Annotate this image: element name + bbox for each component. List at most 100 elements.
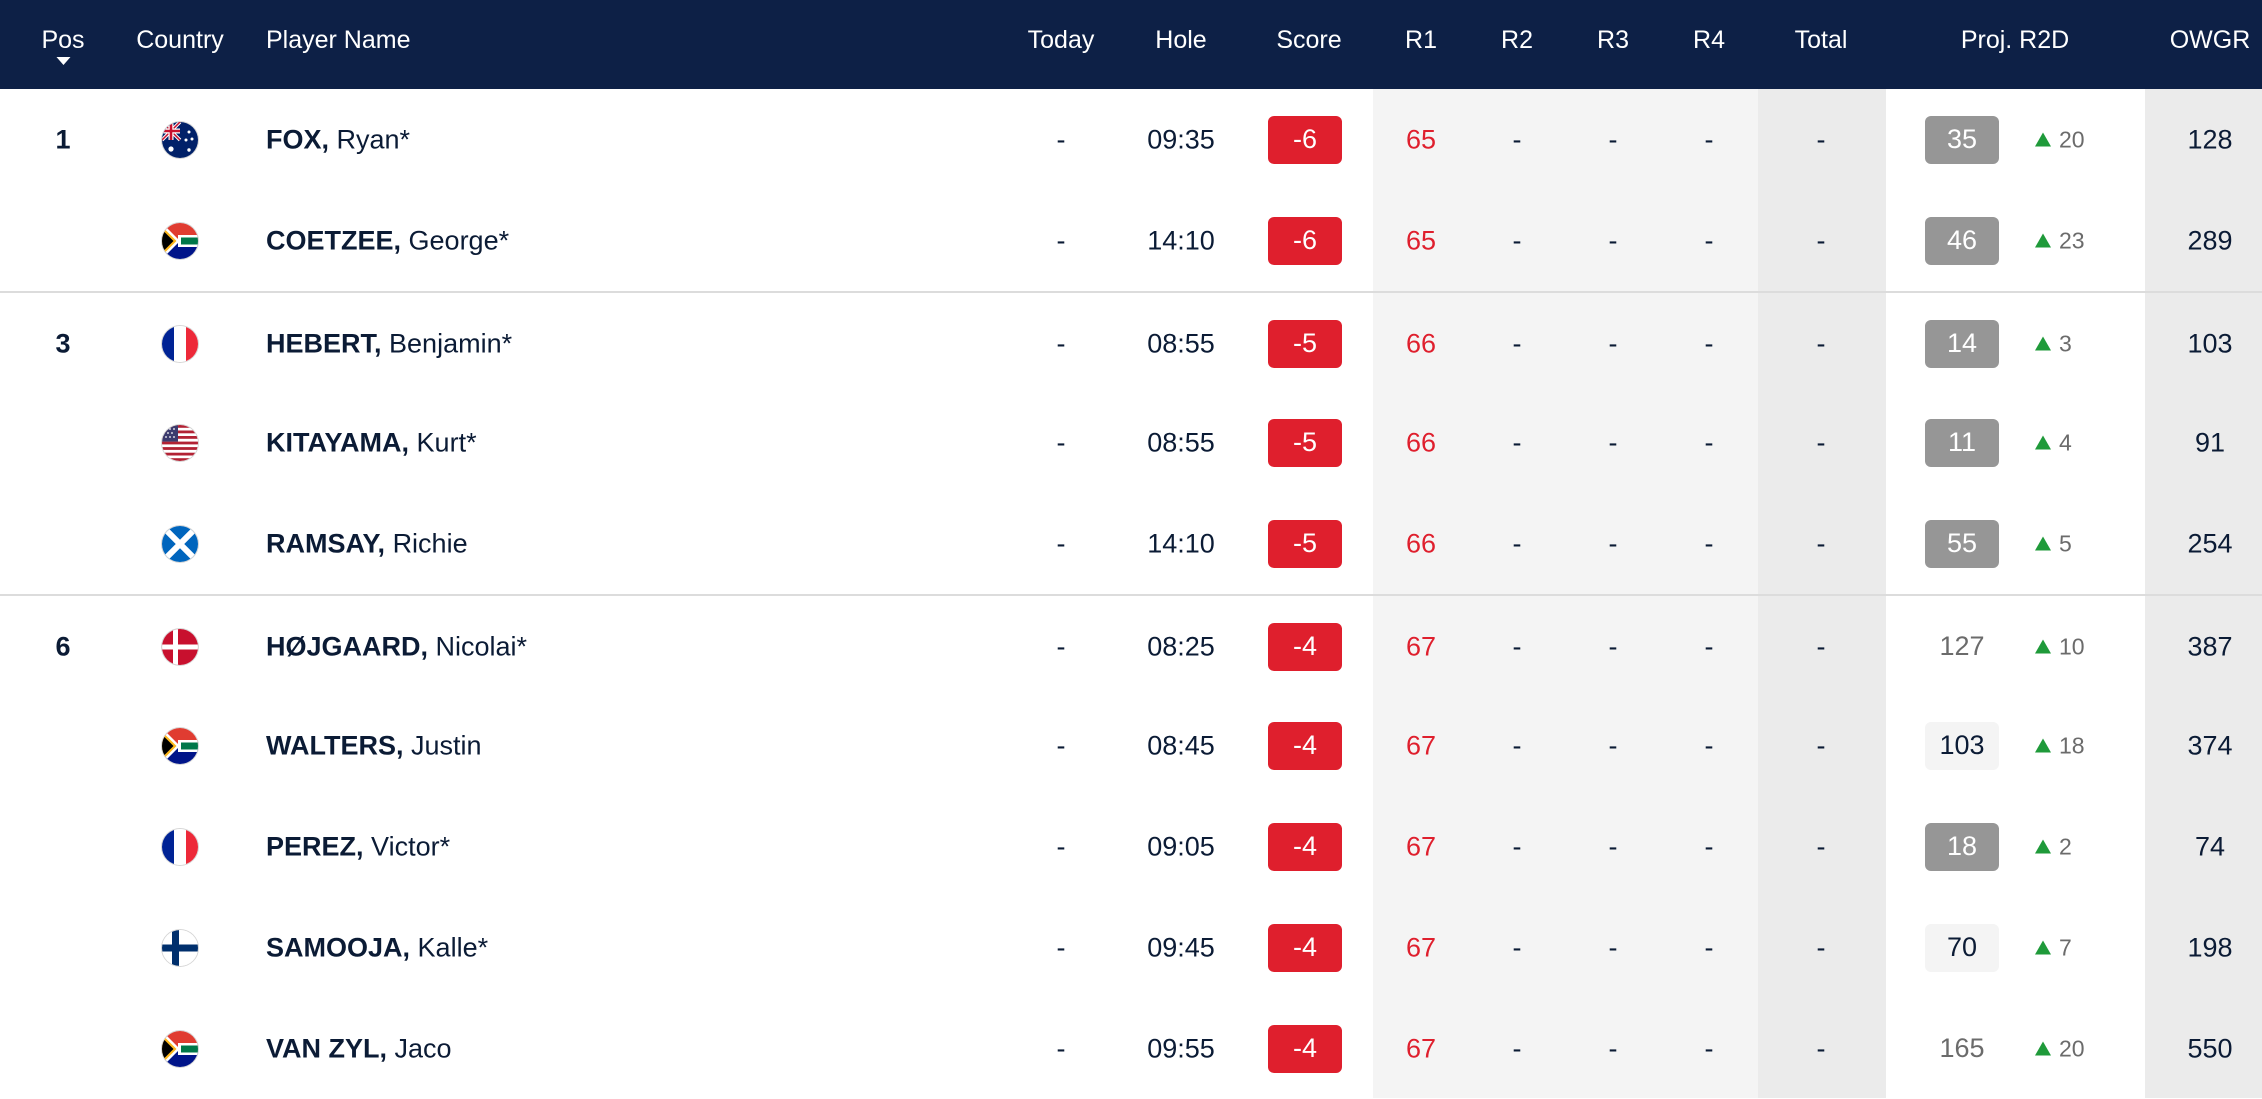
pos-header[interactable]: Pos: [41, 26, 85, 65]
r2-value: -: [1512, 831, 1522, 861]
table-row[interactable]: PEREZ, Victor* - 09:05 -4 67 - - - - 18 …: [0, 796, 2262, 897]
total-value: -: [1816, 124, 1826, 154]
leaderboard-header: Pos Country Player Name Today Hole Score…: [0, 0, 2262, 89]
table-row[interactable]: 1 FOX, Ryan* - 09:35 -6 65 - - - - 35 20…: [0, 89, 2262, 190]
position-movement: 20: [2035, 126, 2085, 153]
player-header: Player Name: [266, 26, 411, 54]
r3-value: -: [1608, 427, 1618, 457]
today-value: -: [1056, 1033, 1066, 1063]
r1-value: 66: [1405, 528, 1437, 558]
player-name[interactable]: HØJGAARD, Nicolai*: [266, 631, 527, 662]
r4-value: -: [1704, 225, 1714, 255]
player-first-name: Justin: [411, 730, 482, 760]
owgr-value: 550: [2187, 1033, 2233, 1063]
hole-value: 08:25: [1147, 631, 1215, 661]
table-row[interactable]: VAN ZYL, Jaco - 09:55 -4 67 - - - - 165 …: [0, 998, 2262, 1099]
movement-value: 10: [2059, 633, 2085, 659]
movement-value: 7: [2059, 934, 2072, 960]
r4-header: R4: [1693, 26, 1725, 54]
score-badge: -4: [1268, 721, 1342, 770]
player-last-name: FOX,: [266, 124, 330, 154]
r1-value: 67: [1405, 831, 1437, 861]
proj-rank: 18: [1925, 822, 1999, 871]
player-name[interactable]: SAMOOJA, Kalle*: [266, 932, 488, 963]
player-first-name: Richie: [392, 528, 468, 558]
up-arrow-icon: [2035, 839, 2051, 853]
r1-value: 67: [1405, 1033, 1437, 1063]
hole-value: 09:35: [1147, 124, 1215, 154]
finland-flag-icon: [162, 929, 198, 966]
movement-value: 2: [2059, 833, 2072, 859]
player-name[interactable]: RAMSAY, Richie: [266, 528, 468, 559]
hole-value: 08:55: [1147, 328, 1215, 358]
r2-value: -: [1512, 427, 1522, 457]
score-badge: -4: [1268, 923, 1342, 972]
usa-flag-icon: [162, 424, 198, 461]
player-name[interactable]: COETZEE, George*: [266, 225, 509, 256]
position-movement: 23: [2035, 227, 2085, 254]
r3-value: -: [1608, 328, 1618, 358]
player-name[interactable]: HEBERT, Benjamin*: [266, 328, 512, 359]
total-value: -: [1816, 730, 1826, 760]
table-row[interactable]: SAMOOJA, Kalle* - 09:45 -4 67 - - - - 70…: [0, 897, 2262, 998]
r2-header: R2: [1501, 26, 1533, 54]
owgr-value: 128: [2187, 124, 2233, 154]
r2-value: -: [1512, 528, 1522, 558]
today-value: -: [1056, 831, 1066, 861]
pos-header-label: Pos: [41, 26, 85, 54]
score-header: Score: [1276, 26, 1342, 54]
south-africa-flag-icon: [162, 222, 198, 259]
table-row[interactable]: 6 HØJGAARD, Nicolai* - 08:25 -4 67 - - -…: [0, 594, 2262, 697]
proj-rank: 14: [1925, 319, 1999, 368]
r3-value: -: [1608, 730, 1618, 760]
position: 1: [55, 124, 71, 154]
table-row[interactable]: RAMSAY, Richie - 14:10 -5 66 - - - - 55 …: [0, 493, 2262, 594]
r1-value: 67: [1405, 730, 1437, 760]
player-first-name: Ryan*: [336, 124, 411, 154]
up-arrow-icon: [2035, 435, 2051, 449]
proj-rank: 165: [1939, 1033, 1985, 1063]
player-name[interactable]: FOX, Ryan*: [266, 124, 410, 155]
player-last-name: HØJGAARD,: [266, 631, 429, 661]
player-first-name: Jaco: [394, 1033, 452, 1063]
position-movement: 7: [2035, 934, 2072, 961]
score-badge: -5: [1268, 418, 1342, 467]
proj-rank: 46: [1925, 216, 1999, 265]
score-badge: -5: [1268, 519, 1342, 568]
table-row[interactable]: 3 HEBERT, Benjamin* - 08:55 -5 66 - - - …: [0, 291, 2262, 394]
owgr-value: 289: [2187, 225, 2233, 255]
proj-rank: 55: [1925, 519, 1999, 568]
owgr-value: 198: [2187, 932, 2233, 962]
france-flag-icon: [162, 828, 198, 865]
player-name[interactable]: WALTERS, Justin: [266, 730, 482, 761]
table-row[interactable]: WALTERS, Justin - 08:45 -4 67 - - - - 10…: [0, 695, 2262, 796]
table-row[interactable]: KITAYAMA, Kurt* - 08:55 -5 66 - - - - 11…: [0, 392, 2262, 493]
proj-rank: 11: [1925, 418, 1999, 467]
scotland-flag-icon: [162, 525, 198, 562]
up-arrow-icon: [2035, 639, 2051, 653]
up-arrow-icon: [2035, 536, 2051, 550]
player-name[interactable]: KITAYAMA, Kurt*: [266, 427, 477, 458]
r3-value: -: [1608, 225, 1618, 255]
today-value: -: [1056, 631, 1066, 661]
r3-value: -: [1608, 1033, 1618, 1063]
proj-header: Proj. R2D: [1960, 26, 2070, 54]
player-last-name: WALTERS,: [266, 730, 404, 760]
denmark-flag-icon: [162, 628, 198, 665]
r2-value: -: [1512, 1033, 1522, 1063]
player-last-name: KITAYAMA,: [266, 427, 410, 457]
r4-value: -: [1704, 124, 1714, 154]
player-name[interactable]: PEREZ, Victor*: [266, 831, 450, 862]
owgr-value: 74: [2194, 831, 2226, 861]
country-header: Country: [136, 26, 224, 54]
table-row[interactable]: COETZEE, George* - 14:10 -6 65 - - - - 4…: [0, 190, 2262, 291]
r1-value: 66: [1405, 427, 1437, 457]
player-last-name: PEREZ,: [266, 831, 364, 861]
player-first-name: Kurt*: [416, 427, 477, 457]
movement-value: 5: [2059, 530, 2072, 556]
south-africa-flag-icon: [162, 727, 198, 764]
player-name[interactable]: VAN ZYL, Jaco: [266, 1033, 452, 1064]
player-first-name: Kalle*: [417, 932, 489, 962]
today-value: -: [1056, 528, 1066, 558]
total-value: -: [1816, 528, 1826, 558]
